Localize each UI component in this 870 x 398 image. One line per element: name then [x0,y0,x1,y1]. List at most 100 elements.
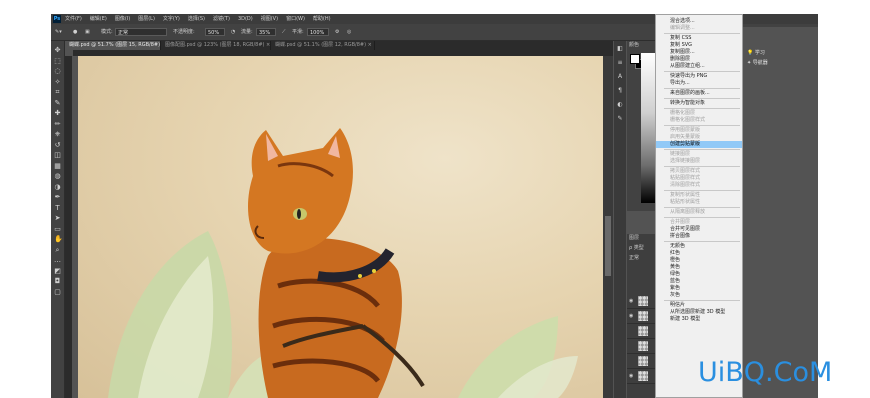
tab-document-2[interactable]: 图像配图.psd @ 123% (图层 18, RGB/8#) × [161,41,271,50]
scrollbar-thumb[interactable] [605,216,611,276]
fg-bg-icon[interactable]: ◩ [54,267,61,275]
context-menu-item[interactable]: 灰色 [656,292,742,299]
context-menu-item[interactable]: 绿色 [656,271,742,278]
menu-item[interactable]: 滤镜(T) [213,14,230,24]
pressure-size-icon[interactable]: ◎ [347,27,351,37]
history-brush-icon[interactable]: ↺ [54,141,61,149]
context-menu-item[interactable]: 删除图层 [656,56,742,63]
tab-document-1[interactable]: 蝴蝶.psd @ 51.7% (图层 15, RGB/8#) × [65,41,161,50]
context-menu-item[interactable]: 从图层建立组... [656,63,742,70]
menu-item[interactable]: 文件(F) [65,14,82,24]
layer-row[interactable] [627,324,657,339]
paragraph-panel-icon[interactable]: ¶ [616,87,624,95]
context-menu-item[interactable]: 合并可见图层 [656,226,742,233]
shape-icon[interactable]: ▭ [54,225,61,233]
brush-tool-icon[interactable]: ✎▾ [55,27,62,37]
context-menu-item[interactable]: 新建 3D 模型 [656,316,742,323]
crop-icon[interactable]: ⌗ [54,89,61,96]
color-panel-tab[interactable]: 颜色 [627,41,639,49]
opacity-input[interactable]: 50% [205,28,225,36]
move-icon[interactable]: ✥ [54,47,61,54]
layer-row[interactable]: ◉ [627,369,657,384]
navigator-item[interactable]: ✦ 导航器 [747,59,768,67]
menu-item[interactable]: 视图(V) [261,14,278,24]
eraser-icon[interactable]: ◫ [54,152,61,159]
screenmode-icon[interactable]: ▢ [54,288,61,296]
menu-item[interactable]: 帮助(H) [313,14,331,24]
blur-icon[interactable]: ◍ [54,173,61,180]
eye-icon[interactable]: ◉ [629,298,633,304]
gradient-icon[interactable]: ▦ [54,162,61,170]
magic-wand-icon[interactable]: ✧ [54,78,61,86]
layers-panel-tab[interactable]: 图层 [627,234,639,242]
context-menu-item[interactable]: 混合选项... [656,18,742,25]
context-menu-item[interactable]: 创建剪贴蒙版 [656,141,742,148]
zoom-icon[interactable]: ⌕ [54,246,61,254]
flow-input[interactable]: 35% [256,28,276,36]
menu-item[interactable]: 图像(I) [115,14,130,24]
lasso-icon[interactable]: ◌ [54,68,61,75]
menu-item[interactable]: 图层(L) [138,14,155,24]
eye-icon[interactable]: ◉ [629,373,633,379]
foreground-color-swatch[interactable] [630,54,640,64]
eye-icon[interactable]: ◉ [629,313,633,319]
paths-panel-icon[interactable]: ✎ [616,115,624,123]
type-icon[interactable]: T [54,204,61,212]
context-menu-item[interactable]: 从所选图层新建 3D 模型 [656,309,742,316]
airbrush-icon[interactable]: ⟋ [282,27,286,37]
marquee-icon[interactable]: ⬚ [54,57,61,65]
context-menu-item[interactable]: 转换为智能对象 [656,100,742,107]
context-menu-item[interactable]: 复制图层... [656,49,742,56]
context-menu-item[interactable]: 快速导出为 PNG [656,73,742,80]
context-menu-item[interactable]: 来自图层的画板... [656,90,742,97]
path-select-icon[interactable]: ➤ [54,215,61,222]
menu-item[interactable]: 文字(Y) [163,14,180,24]
dodge-icon[interactable]: ◑ [54,183,61,191]
eyedropper-icon[interactable]: ✎ [54,99,61,107]
mode-select[interactable]: 正常 [115,28,167,36]
pressure-opacity-icon[interactable]: ◔ [231,27,235,37]
quickmask-icon[interactable]: ◘ [54,278,61,285]
ps-logo-icon[interactable]: Ps [53,15,61,23]
context-menu-item[interactable]: 红色 [656,250,742,257]
context-menu-item[interactable]: 橙色 [656,257,742,264]
smoothing-input[interactable]: 100% [307,28,329,36]
layer-filter[interactable]: ρ 类型 [629,244,644,251]
brush-panel-icon[interactable]: ▣ [85,27,90,37]
menu-item[interactable]: 选择(S) [188,14,205,24]
properties-panel-icon[interactable]: ≡ [616,59,624,67]
layer-row[interactable] [627,339,657,354]
context-menu-item[interactable]: 导出为... [656,80,742,87]
panel-icon-strip: ◧ ≡ A ¶ ◐ ✎ [614,41,626,398]
learn-item[interactable]: 💡 学习 [747,49,765,57]
menu-item[interactable]: 3D(D) [238,14,253,24]
blend-mode-select[interactable]: 正常 [629,254,639,261]
layer-row[interactable]: ◉ [627,309,657,324]
context-menu-item[interactable]: 黄色 [656,264,742,271]
menu-item[interactable]: 窗口(W) [286,14,305,24]
context-menu-item[interactable]: 紫色 [656,285,742,292]
canvas-vertical-scrollbar[interactable] [603,56,613,398]
smoothing-options-icon[interactable]: ⚙ [335,27,339,37]
tab-document-3[interactable]: 蝴蝶.psd @ 51.1% (图层 12, RGB/8#) × [271,41,375,50]
menu-item[interactable]: 编辑(E) [90,14,107,24]
context-menu-item[interactable]: 复制 SVG [656,42,742,49]
context-menu-item[interactable]: 无颜色 [656,243,742,250]
context-menu-item[interactable]: 拼合图像 [656,233,742,240]
adjustments-panel-icon[interactable]: ◐ [616,101,624,109]
more-icon[interactable]: … [54,257,61,264]
hand-icon[interactable]: ✋ [54,236,63,243]
document-canvas[interactable] [78,56,603,398]
brush-icon[interactable]: ✏ [54,120,61,128]
healing-icon[interactable]: ✚ [54,110,61,117]
character-panel-icon[interactable]: A [616,73,624,81]
layer-row[interactable]: ◉ [627,294,657,309]
context-menu-item[interactable]: 蓝色 [656,278,742,285]
pen-icon[interactable]: ✒ [54,194,61,201]
context-menu-item[interactable]: 明信片 [656,302,742,309]
layer-row[interactable] [627,354,657,369]
brush-preset-icon[interactable]: ● [73,27,77,37]
history-panel-icon[interactable]: ◧ [616,45,624,53]
stamp-icon[interactable]: ⎈ [54,131,61,138]
context-menu-item[interactable]: 复制 CSS [656,35,742,42]
